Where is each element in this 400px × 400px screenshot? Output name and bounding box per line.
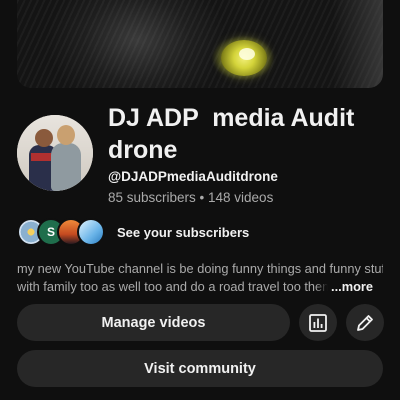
- see-subscribers-link[interactable]: See your subscribers: [117, 225, 249, 240]
- channel-description[interactable]: my new YouTube channel is be doing funny…: [17, 260, 383, 296]
- avatar-person-2-head: [57, 125, 75, 145]
- avatar-person-1-head: [35, 129, 53, 147]
- visit-community-label: Visit community: [144, 360, 256, 377]
- manage-videos-button[interactable]: Manage videos: [17, 304, 290, 341]
- edit-channel-button[interactable]: [346, 304, 384, 341]
- cat-eye-graphic: [221, 40, 267, 76]
- channel-avatar[interactable]: [17, 115, 93, 191]
- manage-videos-label: Manage videos: [101, 314, 206, 331]
- analytics-button[interactable]: [299, 304, 337, 341]
- channel-handle: @DJADPmediaAuditdrone: [108, 169, 278, 184]
- avatar-person-2-body: [51, 143, 81, 191]
- channel-stats: 85 subscribers • 148 videos: [108, 190, 274, 205]
- banner-texture: [17, 0, 383, 88]
- more-link[interactable]: ...more: [315, 278, 373, 296]
- subscribers-row[interactable]: S See your subscribers: [17, 218, 249, 246]
- eye-shine: [239, 48, 255, 60]
- channel-name: DJ ADP media Audit drone: [108, 104, 362, 164]
- channel-banner[interactable]: [17, 0, 383, 88]
- pencil-icon: [355, 313, 375, 333]
- subscriber-avatar-4: [77, 218, 105, 246]
- analytics-icon: [308, 313, 328, 333]
- description-line-1: my new YouTube channel is be doing funny…: [17, 261, 383, 276]
- visit-community-button[interactable]: Visit community: [17, 350, 383, 387]
- banner-highlight: [333, 0, 383, 88]
